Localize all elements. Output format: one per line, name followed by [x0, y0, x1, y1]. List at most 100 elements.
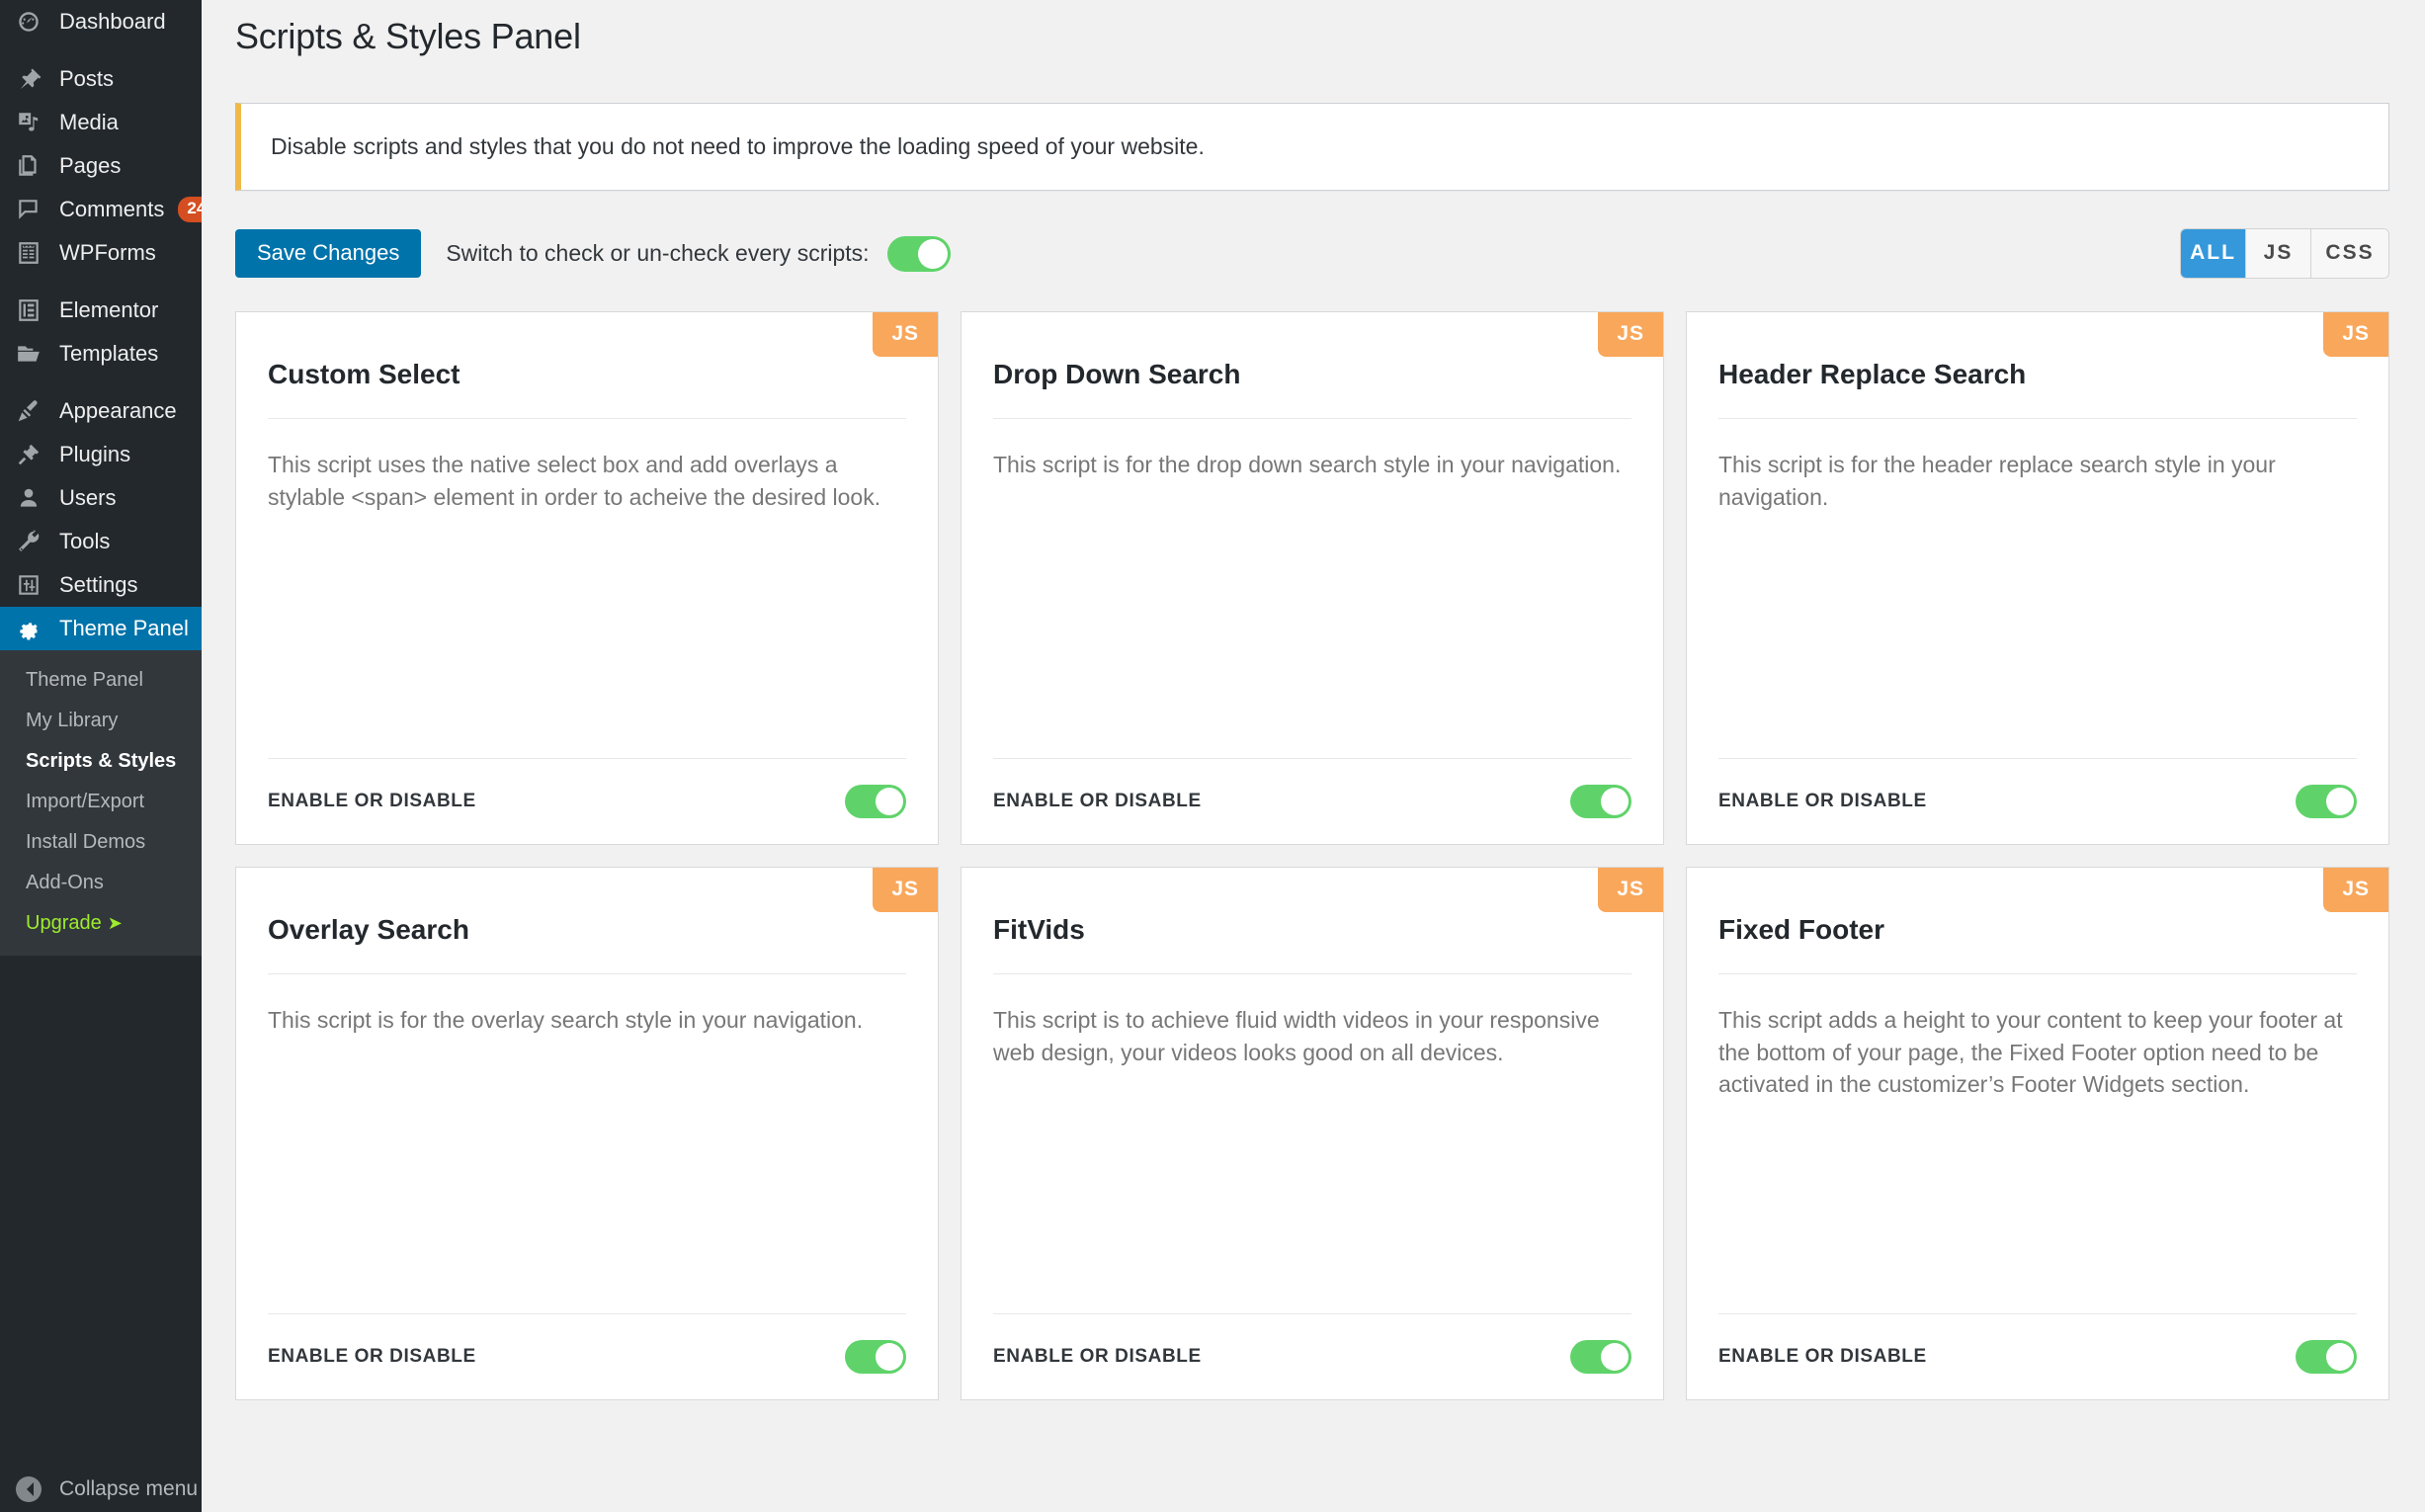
sidebar-item-label: Users — [59, 485, 117, 510]
comments-icon — [16, 196, 47, 223]
upgrade-arrow-icon: ➤ — [107, 913, 123, 933]
menu-separator — [0, 43, 202, 57]
enable-disable-toggle[interactable] — [2296, 1339, 2357, 1374]
notice-text: Disable scripts and styles that you do n… — [271, 133, 1205, 159]
enable-disable-label: ENABLE OR DISABLE — [993, 790, 1202, 811]
enable-disable-toggle[interactable] — [1570, 1339, 1631, 1374]
collapse-arrow-icon — [16, 1476, 42, 1502]
script-card: JS Header Replace Search This script is fo… — [1686, 310, 2389, 845]
sidebar-item-posts[interactable]: Posts — [0, 57, 202, 101]
sidebar-item-dashboard[interactable]: Dashboard — [0, 0, 202, 43]
enable-disable-toggle[interactable] — [845, 1339, 906, 1374]
sidebar-item-theme-panel[interactable]: Theme Panel — [0, 607, 214, 650]
media-icon — [16, 109, 47, 136]
filter-button-css[interactable]: CSS — [2311, 229, 2388, 278]
menu-separator — [0, 275, 202, 289]
submenu-item-theme-panel[interactable]: Theme Panel — [0, 660, 202, 701]
card-title: Drop Down Search — [993, 358, 1241, 389]
sidebar-item-media[interactable]: Media — [0, 101, 202, 144]
submenu-item-import-export[interactable]: Import/Export — [0, 782, 202, 822]
script-card: JS FitVids This script is to achieve fluid… — [961, 866, 1664, 1400]
card-footer: ENABLE OR DISABLE — [268, 759, 906, 844]
sidebar-item-pages[interactable]: Pages — [0, 144, 202, 188]
sidebar-item-elementor[interactable]: Elementor — [0, 289, 202, 332]
enable-disable-toggle[interactable] — [2296, 784, 2357, 818]
save-changes-button[interactable]: Save Changes — [235, 229, 422, 278]
card-title: Overlay Search — [268, 913, 469, 945]
toolbar: Save Changes Switch to check or un-check… — [235, 226, 2389, 282]
submenu-item-upgrade[interactable]: Upgrade ➤ — [0, 903, 202, 944]
enable-disable-toggle[interactable] — [1570, 784, 1631, 818]
submenu-item-add-ons[interactable]: Add-Ons — [0, 863, 202, 903]
admin-sidebar: Dashboard Posts Media Pages Comments 24 WPForm… — [0, 0, 215, 1512]
sidebar-item-label: Comments — [59, 197, 165, 221]
elementor-icon — [16, 296, 47, 324]
card-title: FitVids — [993, 913, 1085, 945]
pages-icon — [16, 152, 47, 180]
card-type-badge: JS — [2323, 311, 2388, 357]
collapse-menu-button[interactable]: Collapse menu — [0, 1467, 202, 1512]
card-description: This script adds a height to your conten… — [1718, 1007, 2343, 1098]
card-type-badge: JS — [1598, 867, 1663, 912]
card-description: This script is to achieve fluid width vi… — [993, 1007, 1600, 1065]
submenu-item-label: Upgrade — [26, 912, 102, 934]
script-card: JS Fixed Footer This script adds a height … — [1686, 866, 2389, 1400]
enable-disable-toggle[interactable] — [845, 784, 906, 818]
main-content: Scripts & Styles Panel Disable scripts a… — [202, 0, 2425, 1512]
user-icon — [16, 484, 47, 512]
card-description: This script is for the overlay search st… — [268, 1007, 864, 1034]
sidebar-item-settings[interactable]: Settings — [0, 563, 202, 607]
sidebar-item-templates[interactable]: Templates — [0, 332, 202, 376]
sidebar-item-label: Pages — [59, 153, 122, 178]
sidebar-item-users[interactable]: Users — [0, 476, 202, 520]
folder-icon — [16, 340, 47, 368]
card-footer: ENABLE OR DISABLE — [1718, 759, 2357, 844]
sidebar-item-tools[interactable]: Tools — [0, 520, 202, 563]
sidebar-main-menu: Dashboard Posts Media Pages Comments 24 WPForm… — [0, 0, 215, 650]
info-notice: Disable scripts and styles that you do n… — [235, 103, 2389, 191]
enable-disable-label: ENABLE OR DISABLE — [993, 1345, 1202, 1367]
master-toggle-switch[interactable] — [886, 235, 951, 272]
sidebar-item-label: WPForms — [59, 240, 156, 265]
submenu-item-label: Add-Ons — [26, 872, 104, 893]
card-footer: ENABLE OR DISABLE — [1718, 1314, 2357, 1399]
sidebar-item-label: Tools — [59, 529, 111, 553]
menu-separator — [0, 376, 202, 389]
submenu-item-label: My Library — [26, 710, 119, 731]
sidebar-item-label: Dashboard — [59, 9, 166, 34]
submenu-item-scripts-styles[interactable]: Scripts & Styles — [0, 741, 202, 782]
admin-screen: Dashboard Posts Media Pages Comments 24 WPForm… — [0, 0, 2425, 1512]
sidebar-item-label: Appearance — [59, 398, 177, 423]
sidebar-item-label: Elementor — [59, 297, 159, 322]
sidebar-item-label: Media — [59, 110, 119, 134]
sidebar-item-wpforms[interactable]: WPForms — [0, 231, 202, 275]
enable-disable-label: ENABLE OR DISABLE — [268, 1345, 476, 1367]
enable-disable-label: ENABLE OR DISABLE — [268, 790, 476, 811]
script-card: JS Custom Select This script uses the nati… — [235, 310, 939, 845]
card-type-badge: JS — [873, 867, 938, 912]
enable-disable-label: ENABLE OR DISABLE — [1718, 790, 1927, 811]
sidebar-item-plugins[interactable]: Plugins — [0, 433, 202, 476]
card-description: This script uses the native select box a… — [268, 452, 881, 510]
filter-button-js[interactable]: JS — [2246, 229, 2311, 278]
card-footer: ENABLE OR DISABLE — [268, 1314, 906, 1399]
master-switch-label: Switch to check or un-check every script… — [446, 240, 870, 266]
filter-button-all[interactable]: ALL — [2181, 229, 2246, 278]
sidebar-item-label: Settings — [59, 572, 138, 597]
dashboard-icon — [16, 8, 47, 36]
card-title: Header Replace Search — [1718, 358, 2027, 389]
submenu-item-label: Import/Export — [26, 791, 145, 812]
submenu-item-install-demos[interactable]: Install Demos — [0, 822, 202, 863]
submenu-item-my-library[interactable]: My Library — [0, 701, 202, 741]
gear-icon — [16, 615, 47, 642]
sidebar-item-comments[interactable]: Comments 24 — [0, 188, 215, 231]
script-card: JS Overlay Search This script is for the o… — [235, 866, 939, 1400]
scripts-card-grid: JS Custom Select This script uses the nati… — [235, 310, 2389, 1400]
enable-disable-label: ENABLE OR DISABLE — [1718, 1345, 1927, 1367]
sidebar-item-appearance[interactable]: Appearance — [0, 389, 202, 433]
brush-icon — [16, 397, 47, 425]
card-description: This script is for the header replace se… — [1718, 452, 2276, 510]
card-type-badge: JS — [873, 311, 938, 357]
page-title: Scripts & Styles Panel — [235, 16, 581, 56]
card-footer: ENABLE OR DISABLE — [993, 1314, 1631, 1399]
